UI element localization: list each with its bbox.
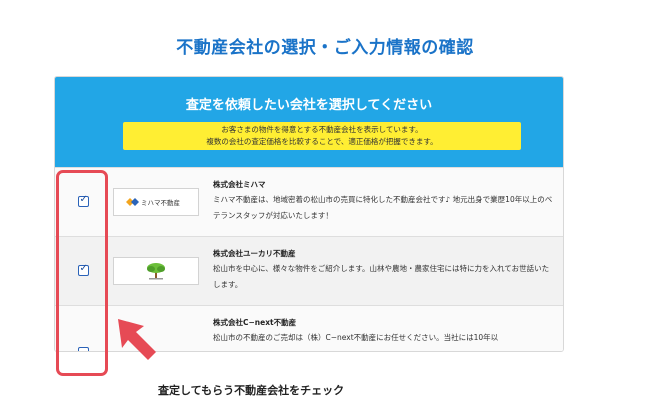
company-logo-mihama: ミハマ不動産 (113, 188, 199, 216)
company-row-eucalyptus: ✓ 株式会社ユーカリ不動産 松山市を中心に、様々な物件をご紹介します。山林や農地… (55, 236, 563, 305)
notice-line-1: お客さまの物件を得意とする不動産会社を表示しています。 (221, 125, 423, 134)
panel-header: 査定を依頼したい会社を選択してください お客さまの物件を得意とする不動産会社を表… (55, 77, 563, 167)
company-selection-panel: 査定を依頼したい会社を選択してください お客さまの物件を得意とする不動産会社を表… (54, 76, 564, 352)
instruction-caption: 査定してもらう不動産会社をチェック (158, 384, 345, 397)
notice-line-2: 複数の会社の査定価格を比較することで、適正価格が把握できます。 (206, 137, 438, 146)
notice-banner: お客さまの物件を得意とする不動産会社を表示しています。 複数の会社の査定価格を比… (123, 122, 521, 150)
company-logo-eucalyptus (113, 257, 199, 285)
pointer-arrow-icon (118, 319, 156, 360)
company-name: 株式会社ユーカリ不動産 (213, 249, 296, 258)
page-title: 不動産会社の選択・ご入力情報の確認 (176, 38, 474, 58)
company-row-mihama: ✓ ミハマ不動産 株式会社ミハマ ミハマ不動産は、地域密着の松山市の売買に特化し… (55, 167, 563, 236)
checkbox-highlight-frame (56, 170, 108, 376)
company-description: 松山市の不動産のご売却は（株）C−next不動産にお任せください。当社には10年… (213, 333, 499, 342)
company-name: 株式会社ミハマ (213, 180, 266, 189)
company-description: 松山市を中心に、様々な物件をご紹介します。山林や農地・農家住宅には特に力を入れて… (213, 264, 550, 289)
tree-logo-icon (147, 263, 165, 280)
company-name: 株式会社C−next不動産 (213, 318, 297, 327)
company-logo-text: ミハマ不動産 (141, 199, 180, 207)
company-description: ミハマ不動産は、地域密着の松山市の売買に特化した不動産会社です♪ 地元出身で業歴… (213, 195, 553, 220)
panel-title: 査定を依頼したい会社を選択してください (185, 98, 433, 113)
